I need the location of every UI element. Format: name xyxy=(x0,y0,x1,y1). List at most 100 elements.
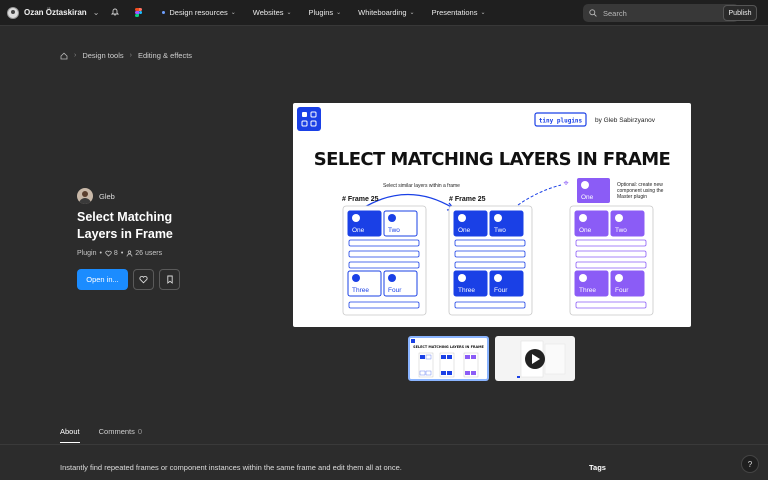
open-in-button[interactable]: Open in... xyxy=(77,269,128,290)
top-bar: Ozan Öztaskiran ⌄ Design resources ⌄ Webs… xyxy=(0,0,768,26)
main-nav: Design resources ⌄ Websites ⌄ Plugins ⌄ Whi… xyxy=(162,8,502,17)
chevron-down-icon: ⌄ xyxy=(336,10,342,16)
thumbnail-2-video[interactable] xyxy=(495,336,575,381)
tab-comments[interactable]: Comments 0 xyxy=(99,427,142,443)
card-dot xyxy=(458,214,466,222)
hero-heading: SELECT MATCHING LAYERS IN FRAME xyxy=(314,149,670,170)
chevron-down-icon: ⌄ xyxy=(480,10,486,16)
hero-byline: by Gleb Sabirzyanov xyxy=(595,117,656,124)
card-label: Three xyxy=(458,287,475,294)
card-label: Two xyxy=(494,227,506,234)
card-dot xyxy=(494,214,502,222)
nav-whiteboarding[interactable]: Whiteboarding ⌄ xyxy=(358,8,414,17)
illustration-row xyxy=(454,301,526,309)
nav-label: Plugins xyxy=(308,8,334,17)
master-component-label: One xyxy=(581,194,594,201)
plugin-title: Select Matching Layers in Frame xyxy=(77,210,173,241)
account-switcher[interactable]: Ozan Öztaskiran ⌄ xyxy=(7,6,100,19)
illustration-row xyxy=(348,261,420,269)
breadcrumb-editing-effects[interactable]: Editing & effects xyxy=(138,51,192,60)
nav-label: Design resources xyxy=(169,8,228,17)
frame-label-1: # Frame 25 xyxy=(342,196,379,203)
like-button[interactable] xyxy=(133,269,154,290)
bell-icon[interactable] xyxy=(111,7,120,18)
tab-about[interactable]: About xyxy=(60,427,80,443)
illustration-row xyxy=(575,250,647,258)
crosshair-icon: ⌖ xyxy=(563,178,568,188)
card-label: Four xyxy=(388,287,402,294)
illustration-row xyxy=(454,261,526,269)
thumbnail-heading: SELECT MATCHING LAYERS IN FRAME xyxy=(413,345,484,349)
author[interactable]: Gleb xyxy=(77,188,115,204)
thumbnail-1[interactable]: SELECT MATCHING LAYERS IN FRAME xyxy=(408,336,489,381)
divider xyxy=(0,444,768,445)
plugin-logo-icon xyxy=(297,107,321,131)
chevron-down-icon: ⌄ xyxy=(286,10,292,16)
chevron-right-icon: › xyxy=(74,52,77,59)
chevron-right-icon: › xyxy=(129,52,132,59)
card-label: Three xyxy=(579,287,596,294)
card-dot xyxy=(352,274,360,282)
card-dot xyxy=(615,274,623,282)
heart-icon xyxy=(139,275,148,284)
user-name: Ozan Öztaskiran xyxy=(24,8,87,17)
comments-count: 0 xyxy=(137,427,143,436)
help-button[interactable]: ? xyxy=(741,455,759,473)
annotation-optional: Optional: create new component using the… xyxy=(617,182,665,200)
card-dot xyxy=(494,274,502,282)
card-label: Two xyxy=(388,227,400,234)
bookmark-icon xyxy=(166,275,173,284)
illustration-row xyxy=(348,301,420,309)
tags-heading: Tags xyxy=(589,463,606,472)
card-label: Three xyxy=(352,287,369,294)
user-count: 26 users xyxy=(135,250,163,257)
users-icon xyxy=(126,250,133,257)
nav-websites[interactable]: Websites ⌄ xyxy=(253,8,292,17)
avatar xyxy=(7,6,19,19)
home-icon[interactable] xyxy=(60,52,68,60)
search-placeholder: Search xyxy=(603,8,627,18)
illustration-row xyxy=(575,261,647,269)
card-dot xyxy=(615,214,623,222)
illustration-row xyxy=(575,239,647,247)
plugin-meta: Plugin • 8 • 26 users xyxy=(77,250,165,257)
chevron-down-icon: ⌄ xyxy=(409,10,415,16)
card-dot xyxy=(458,274,466,282)
meta-separator: • xyxy=(120,250,124,257)
illustration-row xyxy=(348,250,420,258)
illustration-row xyxy=(454,250,526,258)
card-dot xyxy=(352,214,360,222)
search-icon xyxy=(589,9,597,17)
like-count: 8 xyxy=(113,250,118,257)
breadcrumb-design-tools[interactable]: Design tools xyxy=(82,51,123,60)
illustration-row xyxy=(348,239,420,247)
hero-image: tiny plugins by Gleb Sabirzyanov SELECT … xyxy=(293,103,691,327)
nav-presentations[interactable]: Presentations ⌄ xyxy=(432,8,486,17)
frame-label-2: # Frame 25 xyxy=(449,196,486,203)
figma-logo-icon[interactable] xyxy=(135,7,143,18)
nav-plugins[interactable]: Plugins ⌄ xyxy=(309,8,342,17)
chevron-down-icon: ⌄ xyxy=(92,8,100,17)
nav-label: Whiteboarding xyxy=(358,8,407,17)
search-input[interactable]: Search xyxy=(583,4,739,22)
tab-comments-label: Comments xyxy=(98,427,135,436)
illustration-row xyxy=(454,239,526,247)
illustration-row xyxy=(575,301,647,309)
detail-tabs: About Comments 0 xyxy=(60,427,142,443)
bookmark-button[interactable] xyxy=(159,269,180,290)
tiny-plugins-badge: tiny plugins xyxy=(539,118,583,125)
nav-label: Websites xyxy=(252,8,284,17)
publish-button[interactable]: Publish xyxy=(723,5,757,21)
nav-design-resources[interactable]: Design resources ⌄ xyxy=(162,8,236,17)
plugin-description: Instantly find repeated frames or compon… xyxy=(60,463,402,472)
nav-label: Presentations xyxy=(431,8,478,17)
author-avatar xyxy=(77,188,93,204)
annotation-select: Select similar layers within a frame xyxy=(383,183,460,189)
card-label: Four xyxy=(615,287,629,294)
card-dot xyxy=(388,274,396,282)
dashed-arrow xyxy=(517,184,562,206)
card-label: One xyxy=(458,227,471,234)
active-dot xyxy=(162,11,166,14)
plugin-type: Plugin xyxy=(77,250,97,257)
card-dot xyxy=(388,214,396,222)
